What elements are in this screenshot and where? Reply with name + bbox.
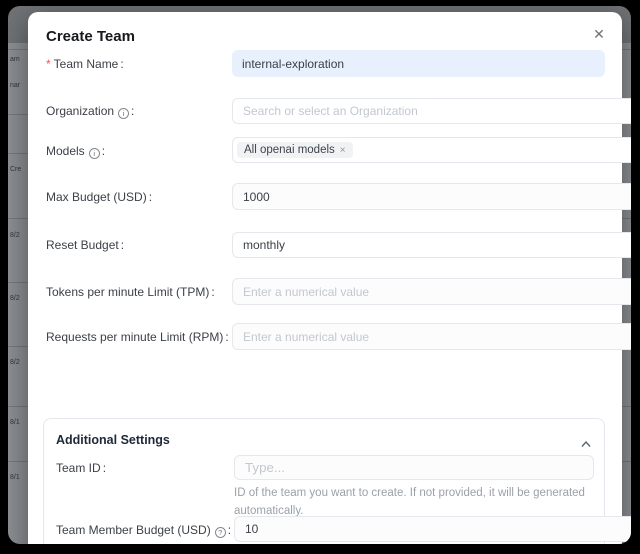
models-select[interactable]: All openai models × (232, 137, 631, 163)
rpm-stepper: − + (232, 323, 631, 350)
backdrop-text-fragment: 8/1 (10, 474, 20, 481)
team-member-budget-stepper: − + (234, 516, 631, 542)
backdrop-text-fragment: nar (10, 82, 20, 89)
additional-settings-card: Additional Settings Team ID: ID of the t… (43, 418, 605, 544)
tpm-stepper: − + (232, 278, 631, 305)
reset-budget-value: monthly (243, 238, 285, 252)
models-row: Modelsi: All openai models × (28, 137, 622, 163)
models-label: Modelsi: (46, 144, 105, 158)
max-budget-stepper: − + (232, 183, 631, 210)
team-member-budget-input[interactable] (235, 517, 631, 541)
info-icon[interactable]: i (118, 108, 129, 119)
reset-budget-select[interactable]: monthly (232, 232, 631, 258)
tag-remove-icon[interactable]: × (340, 145, 346, 156)
reset-budget-label: Reset Budget: (46, 238, 124, 252)
organization-placeholder: Search or select an Organization (243, 104, 418, 118)
chevron-up-icon[interactable] (581, 435, 591, 453)
modal-title: Create Team (46, 28, 135, 45)
create-team-modal: Create Team ✕ *Team Name: Organizationi:… (28, 12, 622, 544)
team-id-input[interactable] (234, 455, 594, 480)
tpm-label: Tokens per minute Limit (TPM): (46, 285, 215, 299)
max-budget-input[interactable] (233, 184, 631, 209)
backdrop-text-fragment: 8/2 (10, 359, 20, 366)
backdrop-text-fragment: Cre (10, 166, 21, 173)
organization-select[interactable]: Search or select an Organization (232, 98, 631, 124)
required-asterisk: * (46, 57, 51, 71)
backdrop-text-fragment: 8/1 (10, 419, 20, 426)
organization-row: Organizationi: Search or select an Organ… (28, 98, 622, 124)
team-id-help-text: ID of the team you want to create. If no… (234, 484, 602, 520)
model-tag: All openai models × (237, 142, 353, 158)
reset-budget-row: Reset Budget: monthly (28, 232, 622, 258)
dimmed-page-backdrop: am nar Cre 8/2 8/2 8/2 8/1 8/1 Create Te… (8, 6, 631, 544)
tpm-input[interactable] (233, 279, 631, 304)
rpm-label: Requests per minute Limit (RPM): (46, 330, 229, 344)
model-tag-label: All openai models (244, 144, 335, 156)
backdrop-text-fragment: 8/2 (10, 232, 20, 239)
help-icon[interactable]: ? (215, 527, 226, 538)
additional-settings-title: Additional Settings (56, 433, 170, 447)
rpm-input[interactable] (233, 324, 631, 349)
max-budget-label: Max Budget (USD): (46, 190, 152, 204)
team-id-label: Team ID: (56, 461, 106, 475)
backdrop-text-fragment: am (10, 56, 20, 63)
team-member-budget-label: Team Member Budget (USD)?: (56, 523, 231, 537)
organization-label: Organizationi: (46, 104, 134, 118)
close-icon[interactable]: ✕ (589, 24, 609, 44)
backdrop-text-fragment: 8/2 (10, 295, 20, 302)
team-name-label: *Team Name: (46, 57, 124, 71)
team-name-input[interactable] (232, 50, 605, 77)
info-icon[interactable]: i (89, 148, 100, 159)
